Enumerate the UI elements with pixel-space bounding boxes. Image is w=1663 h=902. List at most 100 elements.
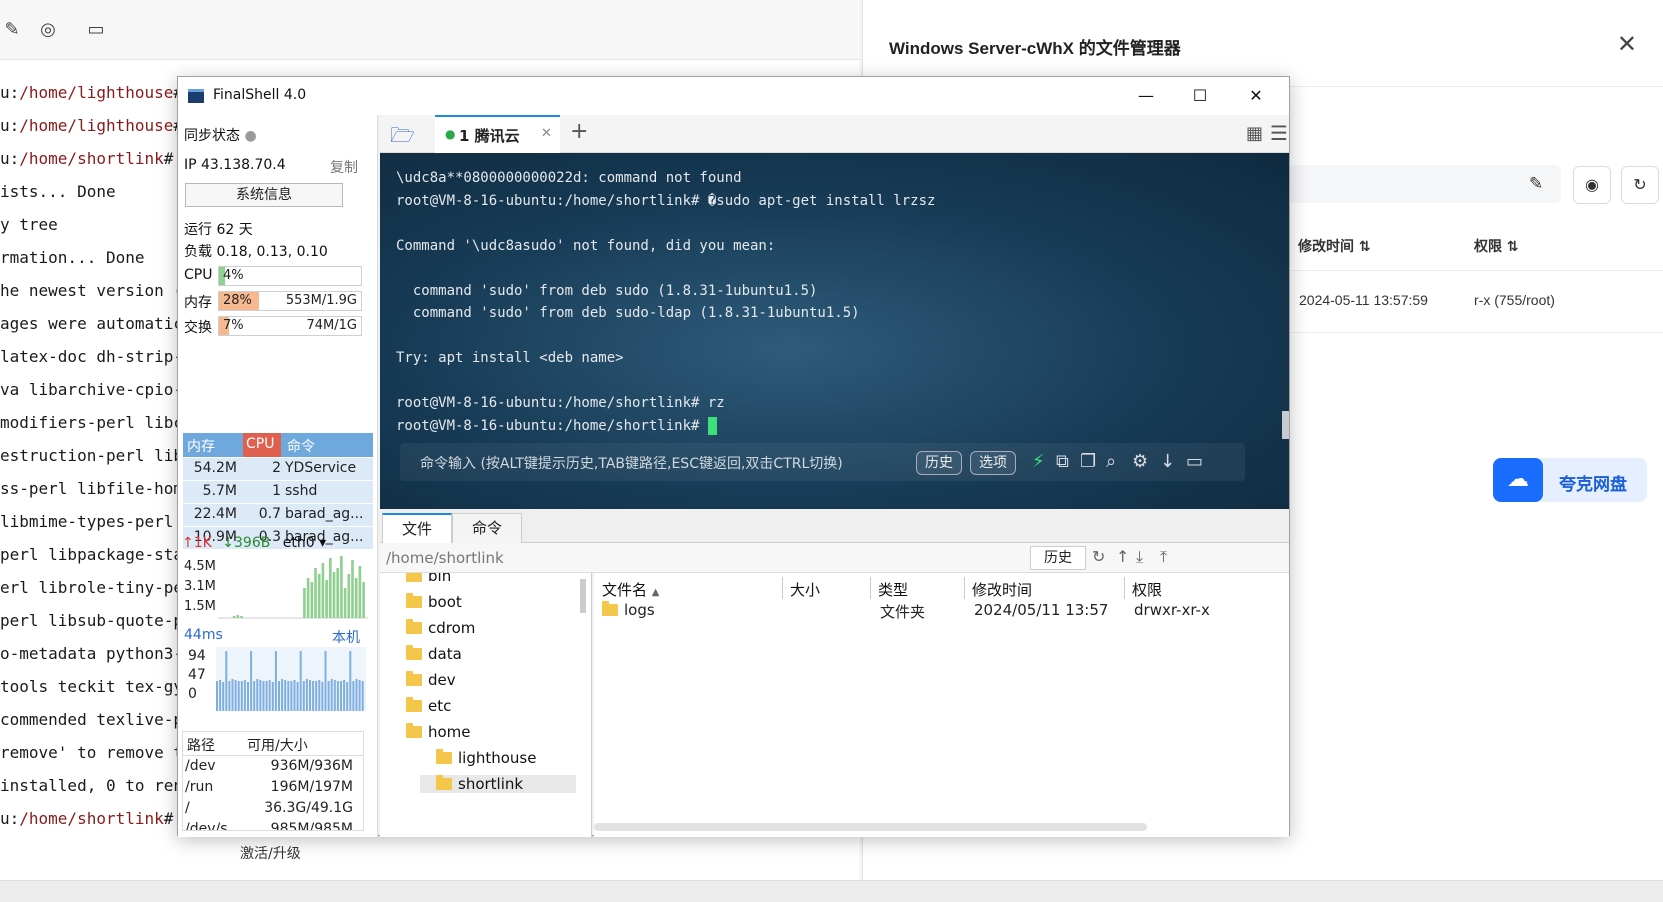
close-icon[interactable]: ✕ bbox=[1617, 30, 1637, 58]
copy-link[interactable]: 复制 bbox=[330, 157, 358, 177]
tree-node[interactable]: shortlink bbox=[420, 775, 576, 793]
ping-bar bbox=[231, 679, 234, 711]
search-icon[interactable]: ⌕ bbox=[1106, 451, 1116, 472]
folder-icon bbox=[436, 775, 452, 790]
system-info-button[interactable]: 系统信息 bbox=[185, 183, 343, 207]
edit-icon[interactable]: ✎ bbox=[1529, 174, 1543, 194]
menu-icon[interactable]: ☰ bbox=[1270, 121, 1288, 145]
grid-view-icon[interactable]: ▦ bbox=[1246, 123, 1263, 144]
iface-select[interactable]: eth0 bbox=[283, 535, 315, 551]
prompt-path: /home/lighthouse bbox=[19, 83, 174, 102]
terminal-line: latex-doc dh-strip-nc bbox=[0, 347, 180, 366]
cloud-icon: ☁ bbox=[1493, 458, 1543, 502]
process-row[interactable]: 54.2M 2 YDService bbox=[183, 458, 373, 480]
quark-drive-button[interactable]: ☁ 夸克网盘 bbox=[1493, 458, 1647, 502]
tab-session[interactable]: ● 1 腾讯云 ✕ bbox=[435, 115, 560, 153]
copy-icon[interactable]: ⧉ bbox=[1056, 451, 1069, 472]
gauge-icon[interactable]: ◎ bbox=[36, 18, 60, 42]
window-icon[interactable]: ▭ bbox=[1186, 451, 1203, 472]
maximize-icon[interactable]: ☐ bbox=[1180, 83, 1220, 109]
refresh-icon[interactable]: ↻ bbox=[1621, 166, 1659, 204]
ping-bar bbox=[318, 680, 321, 711]
close-tab-icon[interactable]: ✕ bbox=[541, 126, 552, 141]
lightning-icon[interactable]: ⚡ bbox=[1032, 451, 1045, 472]
add-tab-icon[interactable]: + bbox=[570, 119, 588, 144]
terminal-line: root@VM-8-16-ubuntu:/home/shortlink# rz bbox=[396, 392, 935, 415]
terminal-line: libmime-types-perl bbox=[0, 512, 174, 531]
title-bar[interactable]: FinalShell 4.0 — ☐ ✕ bbox=[178, 77, 1289, 115]
tab-commands[interactable]: 命令 bbox=[452, 513, 522, 543]
ping-host[interactable]: 本机 bbox=[332, 627, 360, 647]
path-bar: /home/shortlink 历史 ↻ ↑ ⤓ ⤒ bbox=[380, 543, 1289, 573]
prompt-prefix: u: bbox=[0, 116, 20, 135]
header-modified[interactable]: 修改时间 bbox=[972, 579, 1032, 600]
minimize-icon[interactable]: — bbox=[1126, 83, 1166, 109]
options-button[interactable]: 选项 bbox=[970, 451, 1016, 475]
activate-link[interactable]: 激活/升级 bbox=[240, 843, 301, 863]
history-button[interactable]: 历史 bbox=[916, 451, 962, 475]
path-field[interactable] bbox=[1283, 165, 1561, 203]
parent-dir-icon[interactable]: ↑ bbox=[1116, 547, 1129, 566]
column-modified[interactable]: 修改时间 ⇅ bbox=[1298, 236, 1371, 256]
ping-bar bbox=[250, 651, 253, 711]
paste-icon[interactable]: ❐ bbox=[1080, 451, 1096, 472]
gear-icon[interactable]: ⚙ bbox=[1132, 451, 1148, 472]
process-cpu: 2 bbox=[272, 460, 281, 476]
process-cpu: 0.7 bbox=[258, 506, 281, 522]
monitor-icon[interactable]: ▭ bbox=[84, 18, 108, 42]
tree-node[interactable]: lighthouse bbox=[436, 749, 536, 767]
command-input[interactable]: 命令输入 (按ALT键提示历史,TAB键路径,ESC键返回,双击CTRL切换) bbox=[420, 453, 843, 473]
command-input-bar[interactable]: 命令输入 (按ALT键提示历史,TAB键路径,ESC键返回,双击CTRL切换) … bbox=[400, 443, 1245, 481]
disk-size: 936M/936M bbox=[270, 758, 353, 774]
tree-node[interactable]: dev bbox=[406, 671, 456, 689]
file-row[interactable]: logs 文件夹 2024/05/11 13:57 drwxr-xr-x bbox=[594, 601, 1274, 623]
ping-bar bbox=[247, 682, 249, 711]
disk-row[interactable]: /dev/s 985M/985M bbox=[183, 819, 363, 830]
meter-row: 内存 28% 553M/1.9G bbox=[184, 290, 374, 315]
terminal[interactable]: \udc8a**0800000000022d: command not foun… bbox=[380, 153, 1289, 509]
current-path[interactable]: /home/shortlink bbox=[386, 549, 504, 567]
terminal-text: command 'sudo' from deb sudo-ldap (1.8.3… bbox=[396, 305, 860, 321]
header-cpu[interactable]: CPU bbox=[243, 433, 281, 457]
disk-row[interactable]: / 36.3G/49.1G bbox=[183, 798, 363, 819]
folder-open-icon[interactable]: 🗁 bbox=[390, 121, 415, 155]
meter-bar: 4% bbox=[218, 266, 362, 286]
tree-node[interactable]: boot bbox=[406, 593, 462, 611]
net-speed: ↑1K ↓396B eth0 ▾ bbox=[182, 535, 327, 551]
upload-icon[interactable]: ⤒ bbox=[1160, 547, 1167, 567]
column-permission[interactable]: 权限 ⇅ bbox=[1474, 236, 1519, 256]
process-mem: 5.7M bbox=[202, 483, 237, 499]
edit-icon[interactable]: ✎ bbox=[0, 18, 24, 42]
close-icon[interactable]: ✕ bbox=[1236, 83, 1276, 109]
header-size[interactable]: 大小 bbox=[790, 579, 820, 600]
panel-title: Windows Server-cWhX 的文件管理器 bbox=[889, 39, 1181, 58]
prompt-suffix: # bbox=[163, 809, 174, 828]
tree-node[interactable]: etc bbox=[406, 697, 451, 715]
terminal-scrollbar[interactable] bbox=[1282, 411, 1289, 439]
tree-node[interactable]: home bbox=[406, 723, 471, 741]
hide-icon[interactable]: ◉ bbox=[1573, 166, 1611, 204]
tab-files[interactable]: 文件 bbox=[382, 513, 452, 543]
download-icon[interactable]: ⤓ bbox=[1136, 547, 1143, 567]
terminal-line: \udc8a**0800000000022d: command not foun… bbox=[396, 167, 935, 190]
disk-row[interactable]: /dev 936M/936M bbox=[183, 756, 363, 777]
process-row[interactable]: 5.7M 1 sshd bbox=[183, 481, 373, 503]
refresh-icon[interactable]: ↻ bbox=[1092, 547, 1105, 566]
path-history-button[interactable]: 历史 bbox=[1030, 546, 1086, 570]
ping-bar bbox=[315, 681, 318, 711]
horizontal-scrollbar[interactable] bbox=[594, 823, 1147, 831]
process-row[interactable]: 22.4M 0.7 barad_ag... bbox=[183, 504, 373, 526]
header-filename[interactable]: 文件名 ▲ bbox=[602, 579, 660, 600]
header-type[interactable]: 类型 bbox=[878, 579, 908, 600]
tree-node[interactable]: bin bbox=[406, 573, 451, 585]
net-bar bbox=[336, 568, 339, 618]
tree-scrollbar[interactable] bbox=[580, 579, 586, 613]
tree-node[interactable]: cdrom bbox=[406, 619, 475, 637]
meter-label: 交换 bbox=[184, 320, 212, 336]
disk-size: 196M/197M bbox=[270, 779, 353, 795]
disk-row[interactable]: /run 196M/197M bbox=[183, 777, 363, 798]
header-permission[interactable]: 权限 bbox=[1132, 579, 1162, 600]
download-icon[interactable]: ↓ bbox=[1160, 451, 1175, 472]
tree-node[interactable]: data bbox=[406, 645, 462, 663]
